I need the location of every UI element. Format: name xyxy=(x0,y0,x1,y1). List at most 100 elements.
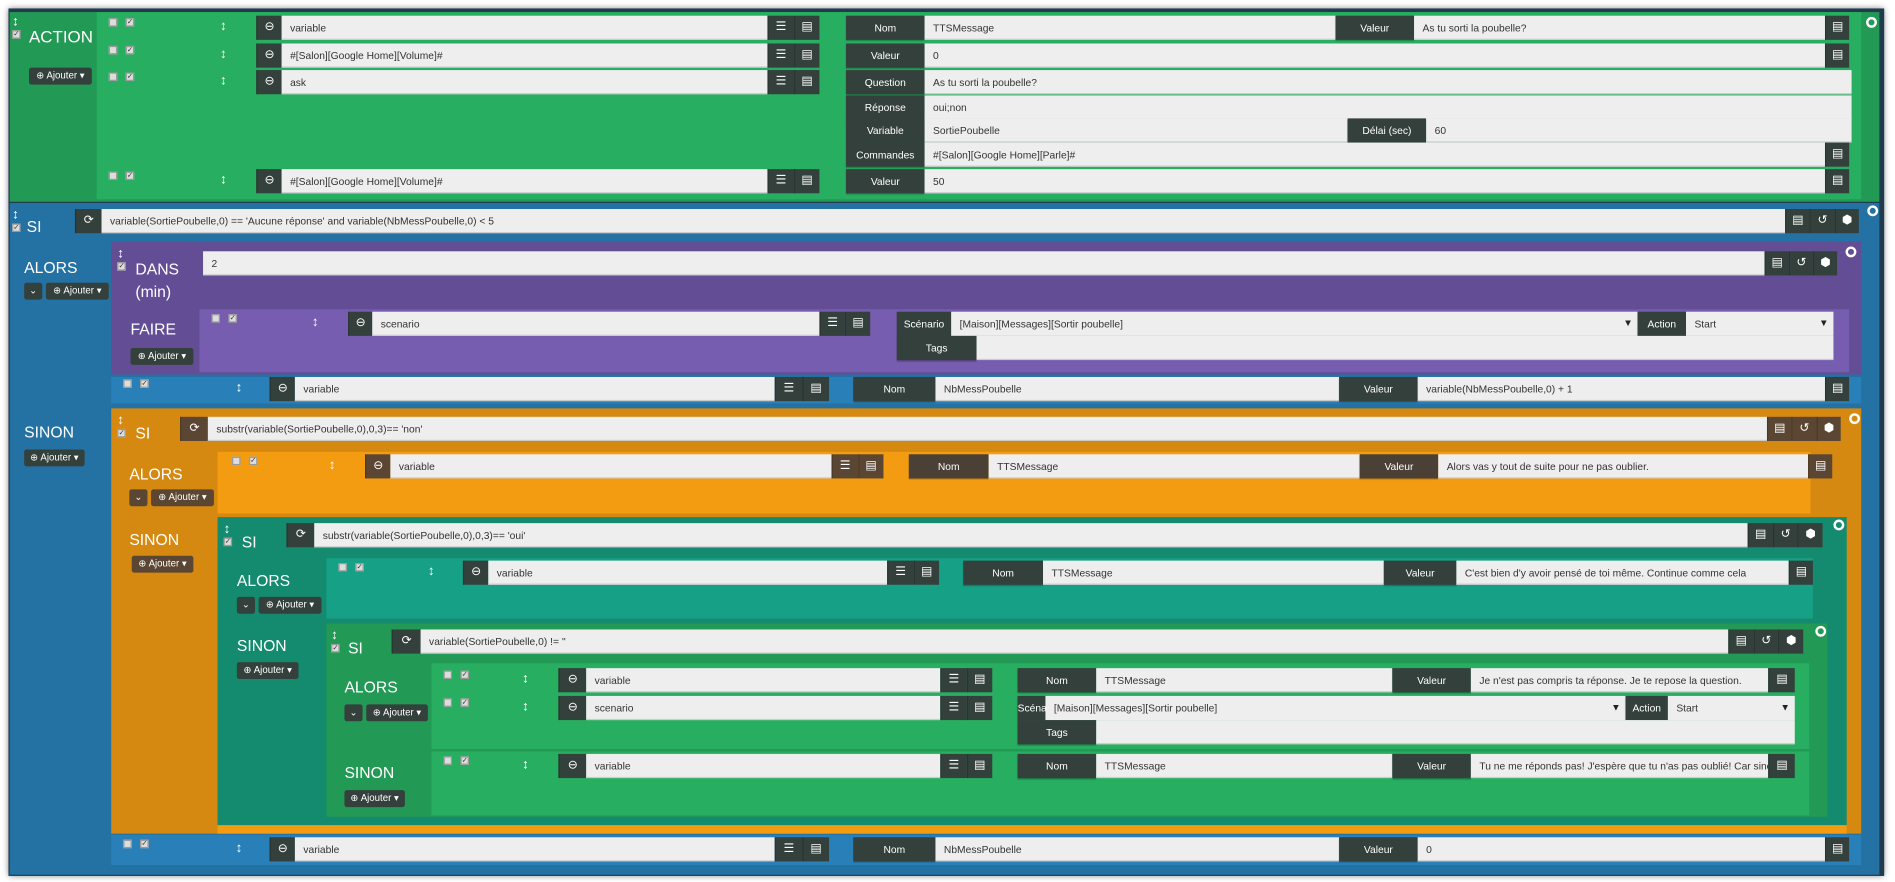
enable-checkbox[interactable]: ✓ xyxy=(460,698,469,707)
value-input[interactable]: 0 xyxy=(1417,837,1825,862)
select-button[interactable]: ▤ xyxy=(857,454,884,479)
command-type-input[interactable]: variable xyxy=(281,15,768,40)
enable-checkbox[interactable]: ✓ xyxy=(460,756,469,765)
move-icon[interactable]: ↕ xyxy=(117,413,124,427)
options-button[interactable]: ☰ xyxy=(774,376,802,402)
move-icon[interactable]: ↕ xyxy=(220,47,227,61)
options-button[interactable]: ☰ xyxy=(767,43,794,68)
command-type-input[interactable]: variable xyxy=(294,376,775,402)
command-type-input[interactable]: variable xyxy=(488,560,888,585)
value-input[interactable]: Alors vas y tout de suite pour ne pas ou… xyxy=(1438,454,1809,479)
select-command-button[interactable]: ▤ xyxy=(1824,142,1850,167)
disable-checkbox[interactable] xyxy=(211,314,220,323)
name-input[interactable]: TTSMessage xyxy=(988,454,1360,479)
enable-checkbox[interactable]: ✓ xyxy=(140,379,149,388)
move-icon[interactable]: ↕ xyxy=(331,628,338,642)
select-value-button[interactable]: ▤ xyxy=(1808,454,1833,479)
move-icon[interactable]: ↕ xyxy=(12,14,19,28)
command-type-input[interactable]: variable xyxy=(390,454,832,479)
enable-checkbox[interactable]: ✓ xyxy=(460,670,469,680)
options-button[interactable]: ☰ xyxy=(767,169,794,194)
move-icon[interactable]: ↕ xyxy=(117,246,124,260)
expression-button[interactable]: ▤ xyxy=(1747,523,1773,548)
condition-input[interactable]: substr(variable(SortiePoubelle,0),0,3)==… xyxy=(207,416,1767,441)
enable-checkbox[interactable]: ✓ xyxy=(140,839,149,849)
value-input[interactable]: Tu ne me réponds pas! J'espère que tu n'… xyxy=(1470,753,1769,779)
name-input[interactable]: NbMessPoubelle xyxy=(935,837,1340,862)
history-button[interactable]: ↺ xyxy=(1788,251,1813,276)
collapse-minus-icon[interactable] xyxy=(1867,205,1879,217)
disable-checkbox[interactable] xyxy=(123,379,132,388)
move-icon[interactable]: ↕ xyxy=(220,19,227,33)
add-button[interactable]: ⊕ Ajouter ▾ xyxy=(131,555,194,573)
select-button[interactable]: ▤ xyxy=(913,560,940,585)
disable-checkbox[interactable] xyxy=(108,171,118,181)
tags-input[interactable] xyxy=(1096,720,1795,745)
select-value-button[interactable]: ▤ xyxy=(1768,668,1795,693)
value-input[interactable]: 50 xyxy=(924,169,1825,194)
condition-input[interactable]: variable(SortiePoubelle,0) != '' xyxy=(420,629,1729,654)
enable-checkbox[interactable]: ✓ xyxy=(125,18,135,27)
value-input[interactable]: variable(NbMessPoubelle,0) + 1 xyxy=(1417,376,1825,402)
command-type-input[interactable]: #[Salon][Google Home][Volume]# xyxy=(281,43,768,68)
select-button[interactable]: ▤ xyxy=(844,311,871,336)
change-condition-button[interactable]: ⟳ xyxy=(74,209,102,234)
value-input[interactable]: C'est bien d'y avoir pensé de toi même. … xyxy=(1456,560,1789,585)
enable-checkbox[interactable]: ✓ xyxy=(248,456,258,466)
options-button[interactable]: ☰ xyxy=(767,15,794,40)
select-button[interactable]: ▤ xyxy=(966,695,993,721)
name-input[interactable]: TTSMessage xyxy=(924,15,1336,40)
add-button[interactable]: ⊕ Ajouter ▾ xyxy=(344,790,405,808)
change-condition-button[interactable]: ⟳ xyxy=(391,629,421,654)
disable-checkbox[interactable] xyxy=(443,670,453,680)
disable-checkbox[interactable] xyxy=(108,18,118,27)
scenario-select[interactable]: [Maison][Messages][Sortir poubelle] ▼ xyxy=(1045,695,1626,721)
action-select[interactable]: Start ▼ xyxy=(1667,695,1795,721)
select-value-button[interactable]: ▤ xyxy=(1824,837,1850,862)
move-icon[interactable]: ↕ xyxy=(522,758,529,772)
action-select[interactable]: Start ▼ xyxy=(1685,311,1834,336)
select-button[interactable]: ▤ xyxy=(793,43,820,68)
move-icon[interactable]: ↕ xyxy=(236,841,243,855)
select-button[interactable]: ▤ xyxy=(966,753,993,779)
select-value-button[interactable]: ▤ xyxy=(1824,15,1850,40)
value-input[interactable]: 0 xyxy=(924,43,1825,68)
move-icon[interactable]: ↕ xyxy=(522,672,529,686)
command-type-input[interactable]: variable xyxy=(586,753,941,779)
disable-checkbox[interactable] xyxy=(232,456,241,466)
command-type-input[interactable]: scenario xyxy=(586,695,941,721)
disable-checkbox[interactable] xyxy=(108,45,118,55)
collapse-chevron-button[interactable]: ⌄ xyxy=(344,704,363,722)
enable-checkbox[interactable]: ✓ xyxy=(125,45,135,55)
add-button[interactable]: ⊕ Ajouter ▾ xyxy=(130,347,194,365)
scenario-button[interactable]: ⬢ xyxy=(1812,251,1838,276)
options-button[interactable]: ☰ xyxy=(940,753,967,779)
tags-input[interactable] xyxy=(976,335,1834,361)
collapse-minus-icon[interactable] xyxy=(1833,519,1845,531)
move-icon[interactable]: ↕ xyxy=(522,700,529,714)
remove-button[interactable]: ⊖ xyxy=(256,15,282,40)
remove-button[interactable]: ⊖ xyxy=(558,668,587,693)
enable-checkbox[interactable]: ✓ xyxy=(12,30,21,39)
select-value-button[interactable]: ▤ xyxy=(1788,560,1813,585)
options-button[interactable]: ☰ xyxy=(774,837,802,862)
condition-input[interactable]: variable(SortiePoubelle,0) == 'Aucune ré… xyxy=(101,209,1786,234)
remove-button[interactable]: ⊖ xyxy=(256,169,282,194)
add-button[interactable]: ⊕ Ajouter ▾ xyxy=(24,449,85,467)
question-input[interactable]: As tu sorti la poubelle? xyxy=(924,70,1852,95)
command-type-input[interactable]: variable xyxy=(294,837,775,862)
move-icon[interactable]: ↕ xyxy=(428,564,435,578)
disable-checkbox[interactable] xyxy=(123,839,132,849)
options-button[interactable]: ☰ xyxy=(831,454,858,479)
remove-button[interactable]: ⊖ xyxy=(256,43,282,68)
select-button[interactable]: ▤ xyxy=(793,169,820,194)
command-type-input[interactable]: #[Salon][Google Home][Volume]# xyxy=(281,169,768,194)
enable-checkbox[interactable]: ✓ xyxy=(117,262,126,271)
collapse-minus-icon[interactable] xyxy=(1815,625,1827,637)
collapse-minus-icon[interactable] xyxy=(1866,16,1877,28)
options-button[interactable]: ☰ xyxy=(887,560,914,585)
variable-input[interactable]: SortiePoubelle xyxy=(924,118,1348,143)
remove-button[interactable]: ⊖ xyxy=(348,311,373,336)
condition-input[interactable]: substr(variable(SortiePoubelle,0),0,3)==… xyxy=(314,523,1748,548)
add-button[interactable]: ⊕ Ajouter ▾ xyxy=(151,489,214,507)
